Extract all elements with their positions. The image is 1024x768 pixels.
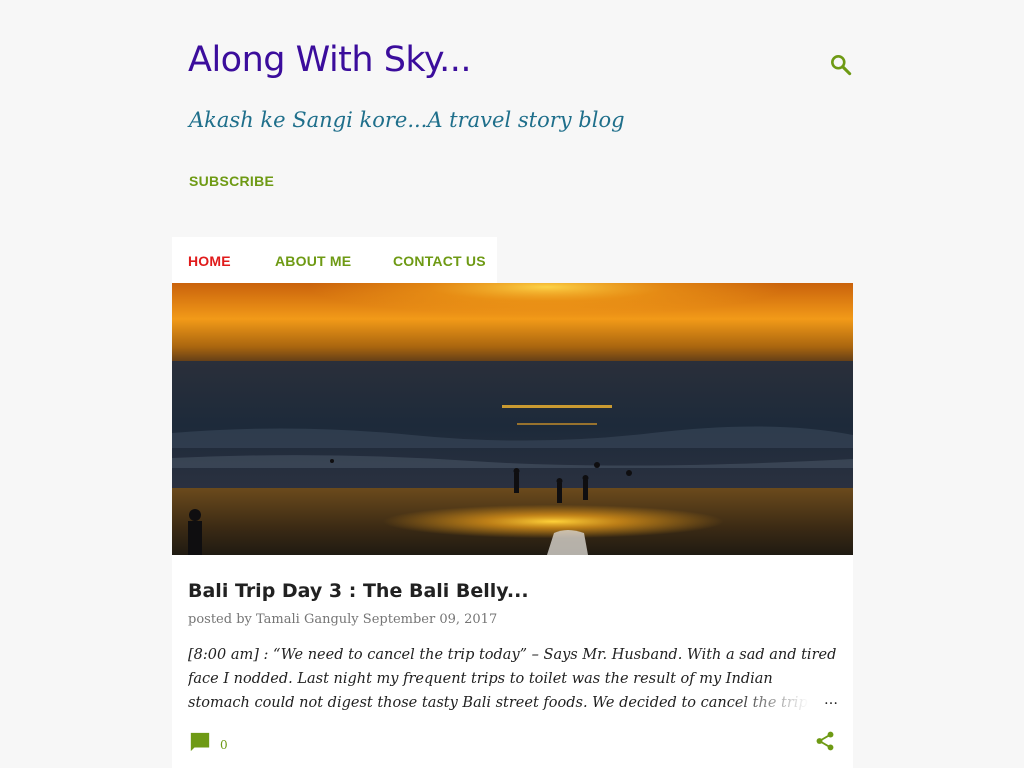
comment-icon	[190, 732, 210, 752]
share-button[interactable]	[814, 729, 836, 758]
search-icon	[831, 55, 852, 76]
post-hero-image[interactable]	[172, 283, 853, 555]
blog-title[interactable]: Along With Sky...	[188, 40, 472, 80]
post-author[interactable]: Tamali Ganguly	[256, 612, 359, 627]
comment-button[interactable]	[189, 731, 211, 758]
share-icon	[816, 731, 834, 751]
post-date[interactable]: September 09, 2017	[363, 612, 497, 627]
subscribe-button[interactable]: SUBSCRIBE	[189, 173, 274, 189]
nav-item-home[interactable]: HOME	[188, 253, 231, 269]
nav-item-contact-us[interactable]: CONTACT US	[393, 253, 486, 269]
sunset-beach-image	[172, 283, 853, 555]
post-title[interactable]: Bali Trip Day 3 : The Bali Belly...	[188, 580, 529, 602]
comment-count: 0	[220, 738, 228, 752]
main-nav: HOME ABOUT ME CONTACT US	[172, 237, 497, 283]
post-card: Bali Trip Day 3 : The Bali Belly... post…	[172, 283, 853, 768]
snippet-fade	[732, 691, 822, 715]
search-button[interactable]	[828, 52, 854, 78]
nav-item-about-me[interactable]: ABOUT ME	[275, 253, 351, 269]
meta-prefix: posted by	[188, 612, 252, 627]
post-meta: posted by Tamali Ganguly September 09, 2…	[188, 612, 497, 627]
blog-tagline: Akash ke Sangi kore...A travel story blo…	[189, 108, 625, 132]
snippet-ellipsis[interactable]: …	[824, 692, 838, 708]
